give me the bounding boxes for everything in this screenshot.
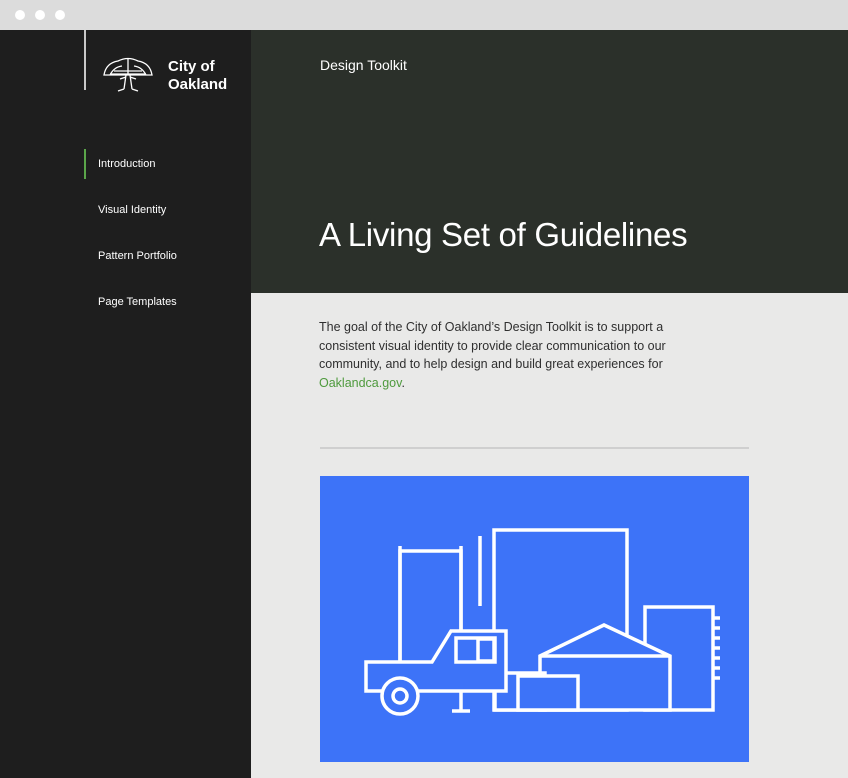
sidebar-item-introduction[interactable]: Introduction	[84, 149, 244, 179]
sidebar-item-visual-identity[interactable]: Visual Identity	[84, 195, 244, 225]
sidebar: City of Oakland Introduction Visual Iden…	[0, 30, 251, 778]
main-content: The goal of the City of Oakland’s Design…	[251, 293, 848, 778]
city-buildings-truck-illustration	[364, 528, 720, 716]
logo-text: City of Oakland	[168, 58, 227, 94]
section-divider	[320, 447, 749, 449]
city-illustration	[320, 476, 749, 762]
intro-paragraph: The goal of the City of Oakland’s Design…	[319, 318, 709, 392]
intro-text: The goal of the City of Oakland’s Design…	[319, 320, 666, 371]
city-logo[interactable]: City of Oakland	[84, 30, 244, 93]
logo-line-1: City of	[168, 58, 215, 75]
intro-suffix: .	[401, 375, 405, 390]
window-dot-icon	[55, 10, 65, 20]
sidebar-nav: Introduction Visual Identity Pattern Por…	[84, 149, 244, 333]
hero-banner: Design Toolkit A Living Set of Guideline…	[251, 30, 848, 293]
window-dot-icon	[15, 10, 25, 20]
browser-chrome	[0, 0, 848, 30]
browser-window: City of Oakland Introduction Visual Iden…	[0, 0, 848, 778]
sidebar-item-pattern-portfolio[interactable]: Pattern Portfolio	[84, 241, 244, 271]
oaklandca-link[interactable]: Oaklandca.gov	[319, 376, 401, 390]
eyebrow-label: Design Toolkit	[320, 57, 407, 73]
sidebar-item-page-templates[interactable]: Page Templates	[84, 287, 244, 317]
oak-tree-icon	[103, 57, 153, 92]
window-dot-icon	[35, 10, 45, 20]
page-title: A Living Set of Guidelines	[319, 216, 688, 253]
logo-line-2: Oakland	[168, 76, 228, 93]
